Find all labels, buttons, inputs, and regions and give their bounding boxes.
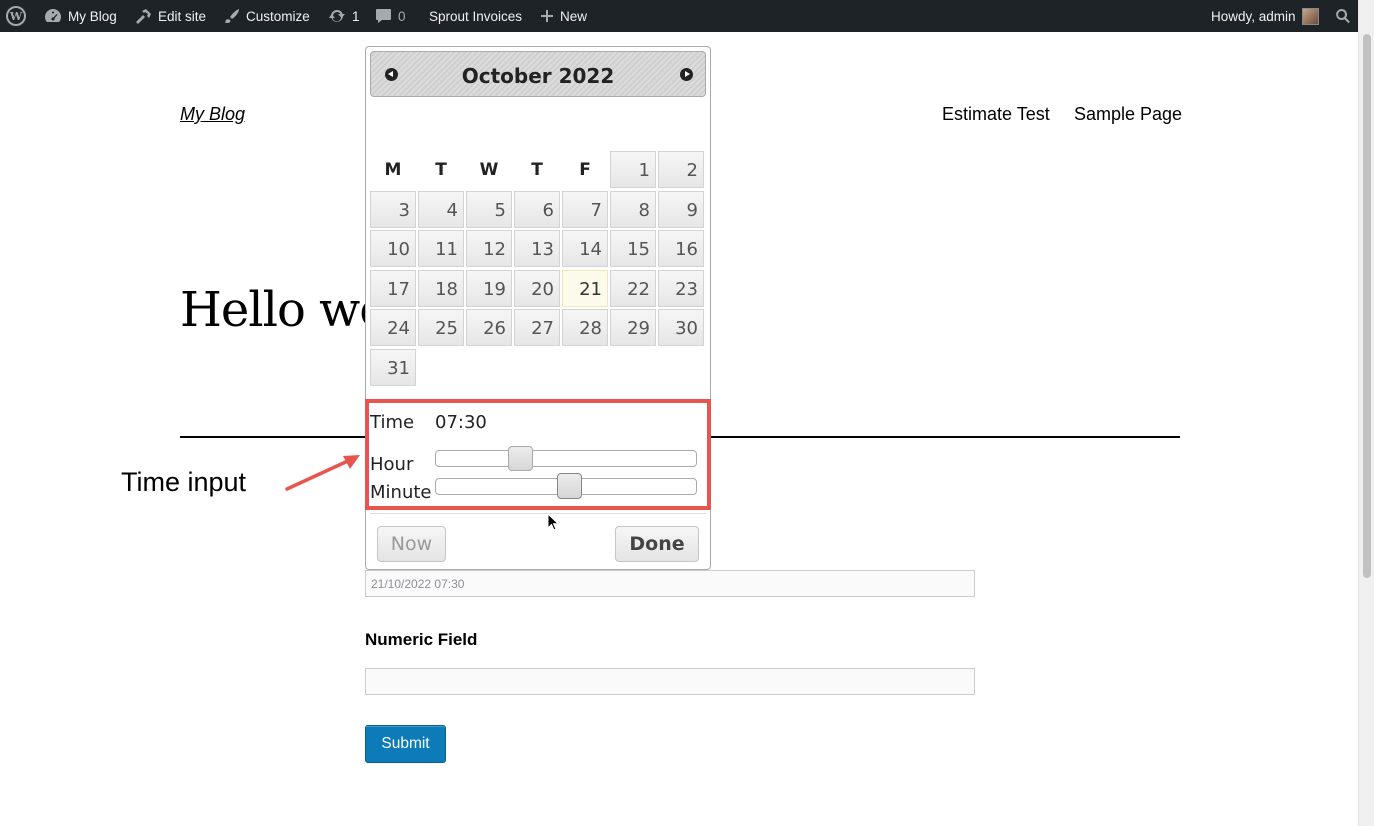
calendar-day[interactable]: 20 (514, 270, 560, 307)
calendar-day[interactable]: 27 (514, 309, 560, 346)
weekday-header: M (384, 160, 402, 180)
calendar-day[interactable]: 31 (370, 349, 416, 386)
weekday-header: T (435, 160, 447, 180)
calendar-day[interactable]: 3 (370, 191, 416, 228)
sprout-label: Sprout Invoices (429, 8, 523, 24)
calendar-day[interactable]: 5 (466, 191, 512, 228)
annotation-highlight-box (365, 399, 711, 510)
hammer-icon (136, 9, 151, 24)
calendar-day[interactable]: 23 (658, 270, 704, 307)
datepicker-divider (370, 513, 706, 514)
calendar-day[interactable]: 24 (370, 309, 416, 346)
calendar-day-today[interactable]: 21 (562, 270, 608, 307)
calendar-day[interactable]: 2 (658, 151, 704, 188)
annotation-label: Time input (121, 467, 247, 497)
calendar-day[interactable]: 7 (562, 191, 608, 228)
brush-icon (225, 9, 239, 23)
weekday-header: W (479, 160, 499, 180)
admin-bar-search[interactable] (1335, 0, 1351, 32)
comment-icon (376, 9, 391, 23)
datetime-field[interactable]: 21/10/2022 07:30 (365, 570, 975, 597)
dashboard-icon (45, 9, 61, 22)
updates-count: 1 (352, 8, 360, 24)
admin-bar-updates[interactable]: 1 (328, 0, 360, 32)
done-button[interactable]: Done (615, 526, 699, 562)
nav-link-sample-page[interactable]: Sample Page (1074, 104, 1182, 125)
admin-bar-edit-site[interactable]: Edit site (134, 0, 206, 32)
calendar-day[interactable]: 22 (610, 270, 656, 307)
calendar-day[interactable]: 16 (658, 230, 704, 267)
calendar-day[interactable]: 14 (562, 230, 608, 267)
numeric-field-label: Numeric Field (365, 630, 478, 649)
weekday-header: T (531, 160, 543, 180)
calendar-day[interactable]: 30 (658, 309, 704, 346)
now-button[interactable]: Now (377, 526, 446, 562)
search-icon (1336, 9, 1350, 24)
numeric-field[interactable] (365, 668, 975, 695)
annotation-arrow-icon (285, 455, 360, 491)
scrollbar-thumb[interactable] (1363, 34, 1371, 578)
page-scrollbar[interactable] (1358, 0, 1374, 826)
calendar-day[interactable]: 4 (418, 191, 464, 228)
plus-icon (541, 10, 553, 22)
calendar-day[interactable]: 8 (610, 191, 656, 228)
admin-bar-sprout-invoices[interactable]: Sprout Invoices (429, 0, 522, 32)
calendar-day[interactable]: 12 (466, 230, 512, 267)
calendar-day[interactable]: 28 (562, 309, 608, 346)
weekday-header: F (579, 160, 591, 180)
site-title-link[interactable]: My Blog (180, 104, 245, 125)
submit-button[interactable]: Submit (365, 725, 446, 763)
calendar-day[interactable]: 6 (514, 191, 560, 228)
calendar-day[interactable]: 15 (610, 230, 656, 267)
calendar-day[interactable]: 13 (514, 230, 560, 267)
wordpress-logo-icon[interactable]: W (6, 0, 26, 32)
admin-bar-site-name[interactable]: My Blog (44, 0, 117, 32)
admin-bar-customize[interactable]: Customize (224, 0, 310, 32)
updates-icon (329, 10, 345, 22)
admin-bar-new[interactable]: New (540, 0, 587, 32)
next-month-icon[interactable] (680, 68, 693, 81)
mouse-cursor-icon (547, 513, 559, 531)
howdy-label: Howdy, admin (1211, 8, 1296, 24)
admin-bar-comments[interactable]: 0 (375, 0, 406, 32)
calendar-day[interactable]: 29 (610, 309, 656, 346)
calendar-day[interactable]: 1 (610, 151, 656, 188)
datepicker-header: October 2022 (370, 51, 706, 97)
calendar-day[interactable]: 17 (370, 270, 416, 307)
calendar-day[interactable]: 26 (466, 309, 512, 346)
avatar (1301, 7, 1319, 25)
page-title: Hello wo (180, 282, 388, 338)
datepicker-month-title: October 2022 (461, 64, 615, 88)
nav-link-estimate-test[interactable]: Estimate Test (942, 104, 1050, 125)
comments-count: 0 (398, 8, 406, 24)
new-label: New (560, 8, 588, 24)
calendar-day[interactable]: 10 (370, 230, 416, 267)
edit-site-label: Edit site (158, 8, 207, 24)
calendar-day[interactable]: 25 (418, 309, 464, 346)
calendar-day[interactable]: 11 (418, 230, 464, 267)
calendar-day[interactable]: 9 (658, 191, 704, 228)
admin-bar-account[interactable]: Howdy, admin (1211, 0, 1319, 32)
site-name-label: My Blog (68, 8, 117, 24)
calendar-day[interactable]: 19 (466, 270, 512, 307)
customize-label: Customize (246, 8, 310, 24)
admin-bar: W My Blog Edit site Customize 1 0 Sprout… (0, 0, 1374, 32)
calendar-day[interactable]: 18 (418, 270, 464, 307)
